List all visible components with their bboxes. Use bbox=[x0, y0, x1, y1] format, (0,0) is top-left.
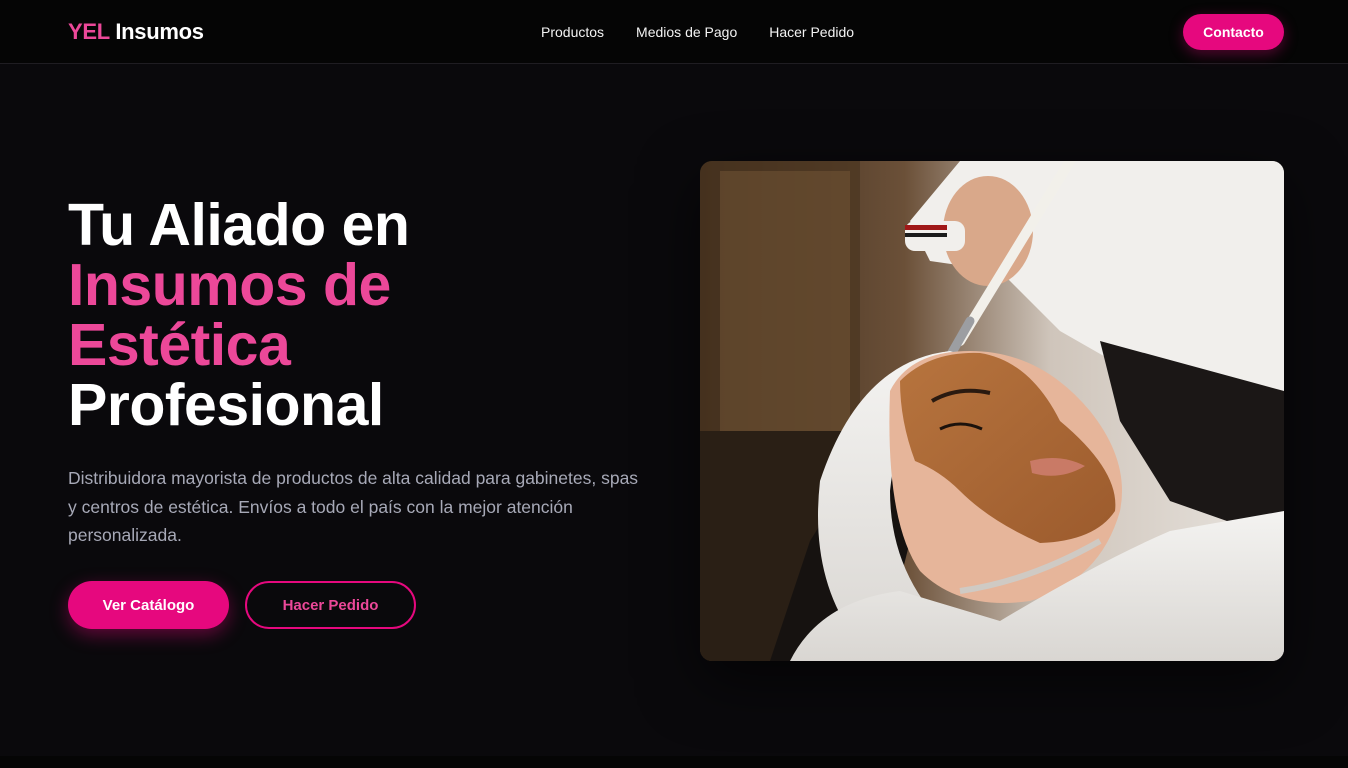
nav-link-hacer-pedido[interactable]: Hacer Pedido bbox=[769, 24, 854, 40]
hero-title-line-4: Profesional bbox=[68, 372, 384, 438]
nav-link-productos[interactable]: Productos bbox=[541, 24, 604, 40]
brand-name: Insumos bbox=[115, 19, 204, 44]
page-bottom-edge bbox=[0, 756, 1348, 768]
navbar: YEL Insumos Productos Medios de Pago Hac… bbox=[0, 0, 1348, 64]
nav-link-medios-de-pago[interactable]: Medios de Pago bbox=[636, 24, 737, 40]
hero-title-line-2: Insumos de bbox=[68, 252, 391, 318]
hero-title-line-3: Estética bbox=[68, 312, 291, 378]
hero-title: Tu Aliado en Insumos de Estética Profesi… bbox=[68, 195, 628, 435]
brand-accent: YEL bbox=[68, 19, 110, 44]
contact-button[interactable]: Contacto bbox=[1183, 14, 1284, 50]
ver-catalogo-button[interactable]: Ver Catálogo bbox=[68, 581, 229, 629]
hero-title-line-1: Tu Aliado en bbox=[68, 192, 410, 258]
hero-description: Distribuidora mayorista de productos de … bbox=[68, 468, 639, 545]
main-navigation: Productos Medios de Pago Hacer Pedido bbox=[541, 24, 854, 40]
hero-image-facial-treatment bbox=[700, 161, 1284, 661]
brand-logo[interactable]: YEL Insumos bbox=[68, 19, 204, 45]
hacer-pedido-button[interactable]: Hacer Pedido bbox=[245, 581, 416, 629]
